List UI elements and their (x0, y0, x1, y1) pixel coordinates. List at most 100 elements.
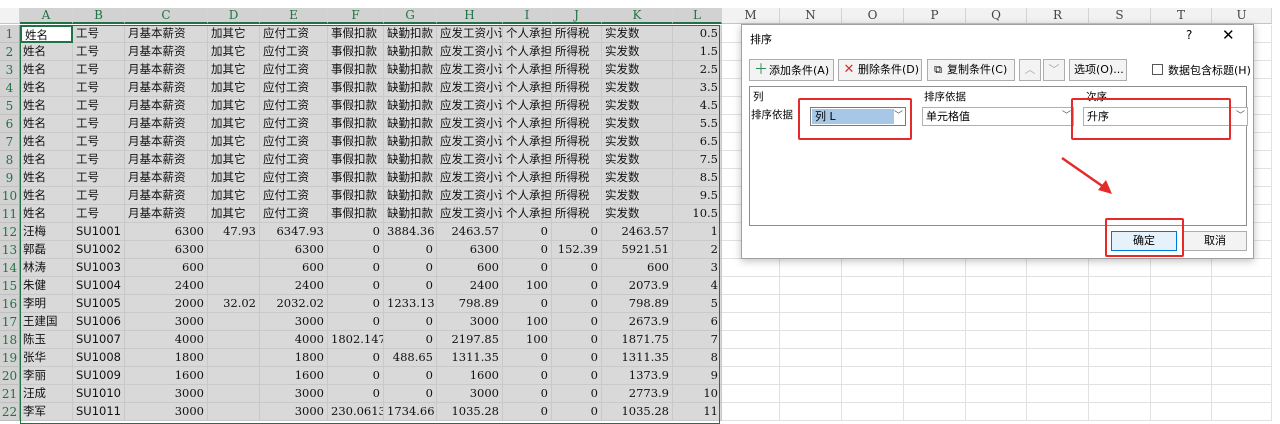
row-header-19[interactable]: 19 (0, 349, 20, 367)
cell-H20[interactable]: 1600 (437, 367, 503, 385)
cell-B3[interactable]: 工号 (73, 61, 125, 79)
cell-G9[interactable]: 缺勤扣款 (384, 169, 437, 187)
cell-G18[interactable]: 0 (384, 331, 437, 349)
cell-T16[interactable] (1151, 295, 1212, 313)
cell-C10[interactable]: 月基本薪资 (125, 187, 208, 205)
cell-K10[interactable]: 实发数 (602, 187, 673, 205)
row-header-12[interactable]: 12 (0, 223, 20, 241)
cell-S19[interactable] (1089, 349, 1151, 367)
cell-H12[interactable]: 2463.57 (437, 223, 503, 241)
cell-I14[interactable]: 0 (503, 259, 552, 277)
cell-J7[interactable]: 所得税 (552, 133, 602, 151)
cell-K12[interactable]: 2463.57 (602, 223, 673, 241)
cell-O17[interactable] (842, 313, 904, 331)
row-header-10[interactable]: 10 (0, 187, 20, 205)
cell-K22[interactable]: 1035.28 (602, 403, 673, 421)
cell-P21[interactable] (904, 385, 966, 403)
cell-A15[interactable]: 朱健 (20, 277, 73, 295)
cell-G12[interactable]: 3884.36 (384, 223, 437, 241)
cell-S22[interactable] (1089, 403, 1151, 421)
cell-D11[interactable]: 加其它 (208, 205, 260, 223)
column-header-N[interactable]: N (780, 8, 842, 24)
cell-F8[interactable]: 事假扣款 (328, 151, 384, 169)
column-header-O[interactable]: O (842, 8, 904, 24)
cell-H10[interactable]: 应发工资小计 (437, 187, 503, 205)
cell-B20[interactable]: SU1009 (73, 367, 125, 385)
cell-M17[interactable] (722, 313, 780, 331)
cell-K15[interactable]: 2073.9 (602, 277, 673, 295)
cell-J15[interactable]: 0 (552, 277, 602, 295)
cell-D14[interactable] (208, 259, 260, 277)
cell-K1[interactable]: 实发数 (602, 25, 673, 43)
cell-S21[interactable] (1089, 385, 1151, 403)
cell-U19[interactable] (1212, 349, 1272, 367)
cell-I21[interactable]: 0 (503, 385, 552, 403)
cell-E8[interactable]: 应付工资 (260, 151, 328, 169)
cell-N15[interactable] (780, 277, 842, 295)
cell-E3[interactable]: 应付工资 (260, 61, 328, 79)
cell-L9[interactable]: 8.5 (673, 169, 722, 187)
row-header-8[interactable]: 8 (0, 151, 20, 169)
row-header-22[interactable]: 22 (0, 403, 20, 421)
cell-E17[interactable]: 3000 (260, 313, 328, 331)
cell-B15[interactable]: SU1004 (73, 277, 125, 295)
row-header-4[interactable]: 4 (0, 79, 20, 97)
cell-C4[interactable]: 月基本薪资 (125, 79, 208, 97)
cell-L15[interactable]: 4 (673, 277, 722, 295)
cell-J13[interactable]: 152.39 (552, 241, 602, 259)
cell-D8[interactable]: 加其它 (208, 151, 260, 169)
cell-K6[interactable]: 实发数 (602, 115, 673, 133)
cell-E12[interactable]: 6347.93 (260, 223, 328, 241)
cell-E9[interactable]: 应付工资 (260, 169, 328, 187)
cell-C19[interactable]: 1800 (125, 349, 208, 367)
column-header-I[interactable]: I (503, 8, 552, 24)
column-header-J[interactable]: J (552, 8, 602, 24)
cell-B8[interactable]: 工号 (73, 151, 125, 169)
cell-B1[interactable]: 工号 (73, 25, 125, 43)
cell-C14[interactable]: 600 (125, 259, 208, 277)
cell-D17[interactable] (208, 313, 260, 331)
cell-G2[interactable]: 缺勤扣款 (384, 43, 437, 61)
cell-Q20[interactable] (966, 367, 1027, 385)
column-header-P[interactable]: P (904, 8, 966, 24)
cell-T20[interactable] (1151, 367, 1212, 385)
cell-C5[interactable]: 月基本薪资 (125, 97, 208, 115)
cell-B16[interactable]: SU1005 (73, 295, 125, 313)
cell-D16[interactable]: 32.02 (208, 295, 260, 313)
cell-K18[interactable]: 1871.75 (602, 331, 673, 349)
cell-L18[interactable]: 7 (673, 331, 722, 349)
column-header-L[interactable]: L (673, 8, 722, 24)
row-header-14[interactable]: 14 (0, 259, 20, 277)
cell-G4[interactable]: 缺勤扣款 (384, 79, 437, 97)
cell-C22[interactable]: 3000 (125, 403, 208, 421)
row-header-18[interactable]: 18 (0, 331, 20, 349)
cell-L20[interactable]: 9 (673, 367, 722, 385)
cell-F20[interactable]: 0 (328, 367, 384, 385)
cell-L19[interactable]: 8 (673, 349, 722, 367)
cell-D4[interactable]: 加其它 (208, 79, 260, 97)
cell-N16[interactable] (780, 295, 842, 313)
cell-I7[interactable]: 个人承担 (503, 133, 552, 151)
cell-F18[interactable]: 1802.147 (328, 331, 384, 349)
cell-C16[interactable]: 2000 (125, 295, 208, 313)
cell-I9[interactable]: 个人承担 (503, 169, 552, 187)
cell-G22[interactable]: 1734.66 (384, 403, 437, 421)
cell-U20[interactable] (1212, 367, 1272, 385)
cell-E13[interactable]: 6300 (260, 241, 328, 259)
cell-B12[interactable]: SU1001 (73, 223, 125, 241)
cell-L13[interactable]: 2 (673, 241, 722, 259)
cell-J20[interactable]: 0 (552, 367, 602, 385)
cell-A21[interactable]: 汪成 (20, 385, 73, 403)
cell-E20[interactable]: 1600 (260, 367, 328, 385)
cell-E5[interactable]: 应付工资 (260, 97, 328, 115)
cell-D21[interactable] (208, 385, 260, 403)
cell-C12[interactable]: 6300 (125, 223, 208, 241)
cell-L16[interactable]: 5 (673, 295, 722, 313)
cell-F5[interactable]: 事假扣款 (328, 97, 384, 115)
cell-E14[interactable]: 600 (260, 259, 328, 277)
column-header-F[interactable]: F (328, 8, 384, 24)
cell-A11[interactable]: 姓名 (20, 205, 73, 223)
cell-T18[interactable] (1151, 331, 1212, 349)
cell-P17[interactable] (904, 313, 966, 331)
cell-O16[interactable] (842, 295, 904, 313)
